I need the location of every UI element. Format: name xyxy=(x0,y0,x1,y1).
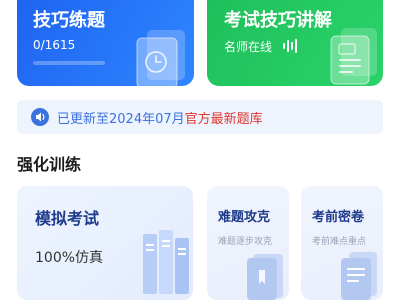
lecture-subtitle: 名师在线 xyxy=(224,40,273,54)
book-icon xyxy=(247,254,283,300)
speaker-icon xyxy=(31,108,49,126)
hard-questions-title: 难题攻克 xyxy=(218,210,271,225)
hard-questions-card[interactable]: 难题攻克 难题逐步攻克 xyxy=(207,186,289,300)
mock-exam-card[interactable]: 模拟考试 100%仿真 xyxy=(17,186,193,300)
hard-questions-subtitle: 难题逐步攻克 xyxy=(218,237,273,247)
update-notice-bar[interactable]: 已更新至2024年07月官方最新题库 xyxy=(17,100,383,134)
clock-document-icon xyxy=(136,30,185,86)
notice-highlight: 官方最新题库 xyxy=(184,112,263,127)
lecture-title: 考试技巧讲解 xyxy=(224,10,332,31)
pre-exam-subtitle: 考前难点重点 xyxy=(312,237,367,247)
practice-card[interactable]: 技巧练题 0/1615 xyxy=(17,0,194,86)
document-icon xyxy=(330,28,377,85)
practice-progress-bar xyxy=(33,61,105,65)
mock-exam-title: 模拟考试 xyxy=(35,209,100,228)
pre-exam-card[interactable]: 考前密卷 考前难点重点 xyxy=(301,186,383,300)
pre-exam-title: 考前密卷 xyxy=(312,210,365,225)
lecture-card[interactable]: 考试技巧讲解 名师在线 xyxy=(207,0,383,86)
books-icon xyxy=(143,230,189,294)
document-stack-icon xyxy=(341,252,377,300)
mock-exam-subtitle: 100%仿真 xyxy=(35,250,104,266)
notice-text: 已更新至2024年07月 xyxy=(57,112,185,127)
practice-title: 技巧练题 xyxy=(33,10,105,31)
audio-wave-icon xyxy=(283,39,297,53)
section-title: 强化训练 xyxy=(17,155,82,174)
notice-message: 已更新至2024年07月官方最新题库 xyxy=(57,108,263,127)
practice-progress-text: 0/1615 xyxy=(33,38,76,52)
